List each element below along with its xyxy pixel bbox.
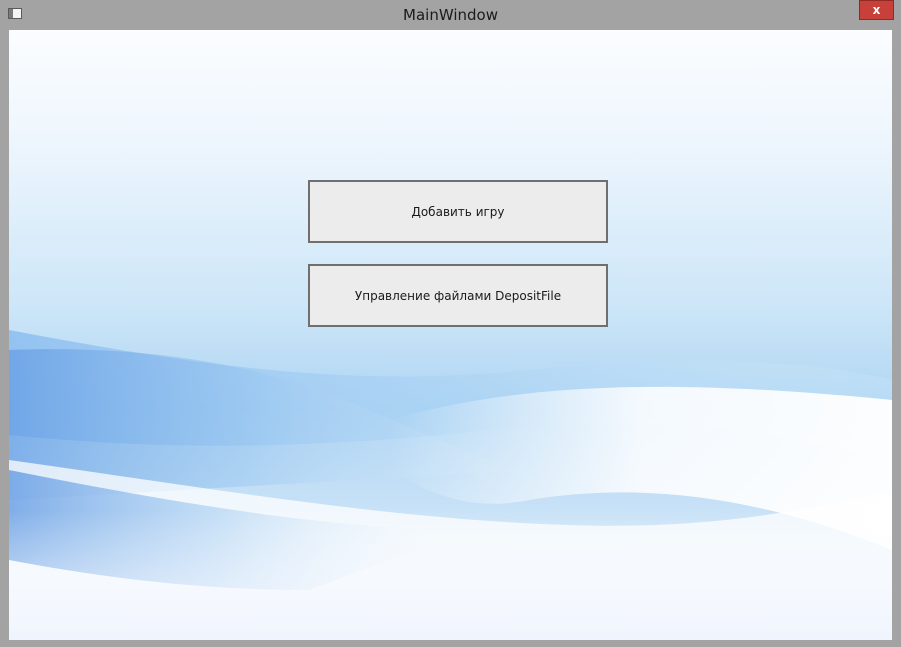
close-icon: x (872, 3, 881, 17)
manage-depositfile-button[interactable]: Управление файлами DepositFile (308, 264, 608, 327)
close-button[interactable]: x (859, 0, 894, 20)
background-wallpaper (9, 30, 892, 640)
window-title: MainWindow (403, 6, 498, 24)
window-content: Добавить игру Управление файлами Deposit… (9, 30, 892, 640)
title-bar[interactable]: MainWindow x (0, 0, 901, 30)
add-game-button[interactable]: Добавить игру (308, 180, 608, 243)
main-window: MainWindow x Добавить игру Управление фа… (0, 0, 901, 647)
